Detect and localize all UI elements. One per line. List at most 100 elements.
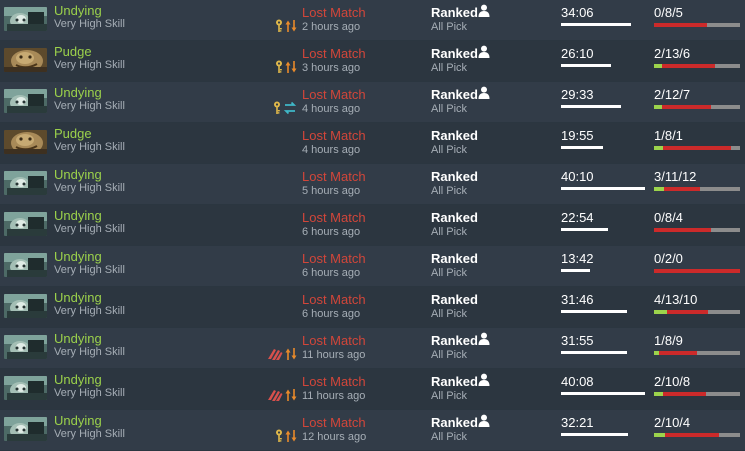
game-mode: All Pick bbox=[431, 267, 468, 279]
arrows-updown-icon bbox=[285, 388, 297, 407]
hero-name[interactable]: Undying bbox=[54, 290, 102, 305]
match-result[interactable]: Lost Match bbox=[302, 46, 366, 61]
kda-bar bbox=[654, 392, 740, 396]
match-result[interactable]: Lost Match bbox=[302, 415, 366, 430]
hero-name[interactable]: Pudge bbox=[54, 44, 92, 59]
time-ago: 4 hours ago bbox=[302, 144, 361, 156]
hero-name[interactable]: Undying bbox=[54, 372, 102, 387]
duration-bar bbox=[561, 392, 645, 395]
hero-portrait bbox=[4, 294, 47, 318]
match-duration: 13:42 bbox=[561, 251, 594, 266]
kda-score: 2/10/4 bbox=[654, 415, 691, 430]
hero-name[interactable]: Undying bbox=[54, 3, 102, 18]
claw-icon bbox=[267, 347, 283, 366]
skill-bracket: Very High Skill bbox=[54, 100, 125, 112]
duration-bar bbox=[561, 228, 608, 231]
kda-bar bbox=[654, 433, 740, 437]
kda-bar bbox=[654, 187, 740, 191]
skill-bracket: Very High Skill bbox=[54, 428, 125, 440]
match-result[interactable]: Lost Match bbox=[302, 87, 366, 102]
deaths-segment bbox=[662, 105, 712, 109]
hero-name[interactable]: Undying bbox=[54, 249, 102, 264]
lobby-type: Ranked bbox=[431, 210, 478, 225]
key-icon bbox=[275, 429, 283, 448]
lobby-type: Ranked bbox=[431, 415, 478, 430]
duration-bar bbox=[561, 269, 590, 272]
match-duration: 19:55 bbox=[561, 128, 594, 143]
hero-portrait bbox=[4, 376, 47, 400]
lobby-type: Ranked bbox=[431, 87, 478, 102]
time-ago: 2 hours ago bbox=[302, 21, 361, 33]
hero-name[interactable]: Undying bbox=[54, 167, 102, 182]
party-icon bbox=[478, 414, 490, 427]
match-row[interactable]: Undying Very High Skill Lost Match 5 hours … bbox=[0, 164, 745, 204]
hero-portrait bbox=[4, 130, 47, 154]
kills-segment bbox=[654, 105, 663, 109]
skill-bracket: Very High Skill bbox=[54, 141, 125, 153]
party-icon bbox=[478, 86, 490, 99]
game-mode: All Pick bbox=[431, 390, 468, 402]
deaths-segment bbox=[654, 228, 712, 232]
duration-bar bbox=[561, 187, 645, 190]
hero-name[interactable]: Undying bbox=[54, 85, 102, 100]
lobby-type: Ranked bbox=[431, 128, 478, 143]
hero-name[interactable]: Undying bbox=[54, 208, 102, 223]
match-icons bbox=[275, 60, 297, 79]
match-row[interactable]: Pudge Very High Skill Lost Match 3 hours ag… bbox=[0, 41, 745, 81]
match-result[interactable]: Lost Match bbox=[302, 292, 366, 307]
match-result[interactable]: Lost Match bbox=[302, 333, 366, 348]
match-result[interactable]: Lost Match bbox=[302, 210, 366, 225]
time-ago: 6 hours ago bbox=[302, 267, 361, 279]
kills-segment bbox=[654, 187, 664, 191]
kills-segment bbox=[654, 433, 665, 437]
key-icon bbox=[275, 19, 283, 38]
hero-name[interactable]: Undying bbox=[54, 413, 102, 428]
time-ago: 6 hours ago bbox=[302, 308, 361, 320]
match-icons bbox=[267, 388, 297, 407]
skill-bracket: Very High Skill bbox=[54, 182, 125, 194]
match-row[interactable]: Undying Very High Skill Lost Match 12 hours… bbox=[0, 410, 745, 450]
game-mode: All Pick bbox=[431, 144, 468, 156]
duration-bar bbox=[561, 433, 628, 436]
match-result[interactable]: Lost Match bbox=[302, 169, 366, 184]
hero-portrait bbox=[4, 89, 47, 113]
hero-portrait bbox=[4, 212, 47, 236]
match-icons bbox=[275, 429, 297, 448]
match-result[interactable]: Lost Match bbox=[302, 251, 366, 266]
party-icon bbox=[478, 45, 490, 58]
deaths-segment bbox=[666, 310, 709, 314]
hero-name[interactable]: Undying bbox=[54, 331, 102, 346]
assists-segment bbox=[711, 228, 740, 232]
time-ago: 6 hours ago bbox=[302, 226, 361, 238]
match-duration: 29:33 bbox=[561, 87, 594, 102]
key-icon bbox=[275, 60, 283, 79]
match-result[interactable]: Lost Match bbox=[302, 128, 366, 143]
hero-name[interactable]: Pudge bbox=[54, 126, 92, 141]
match-result[interactable]: Lost Match bbox=[302, 5, 366, 20]
time-ago: 4 hours ago bbox=[302, 103, 361, 115]
deaths-segment bbox=[663, 187, 701, 191]
match-icons bbox=[273, 101, 297, 118]
skill-bracket: Very High Skill bbox=[54, 18, 125, 30]
match-duration: 22:54 bbox=[561, 210, 594, 225]
match-result[interactable]: Lost Match bbox=[302, 374, 366, 389]
duration-bar bbox=[561, 146, 603, 149]
assists-segment bbox=[708, 310, 740, 314]
time-ago: 11 hours ago bbox=[302, 349, 366, 361]
party-icon bbox=[478, 332, 490, 345]
kda-score: 0/8/5 bbox=[654, 5, 683, 20]
game-mode: All Pick bbox=[431, 21, 468, 33]
match-row[interactable]: Undying Very High Skill Lost Match 11 hours… bbox=[0, 328, 745, 368]
time-ago: 11 hours ago bbox=[302, 390, 366, 402]
lobby-type: Ranked bbox=[431, 5, 478, 20]
match-row[interactable]: Undying Very High Skill Lost Match 11 hours… bbox=[0, 369, 745, 409]
match-row[interactable]: Undying Very High Skill Lost Match 6 hours … bbox=[0, 205, 745, 245]
kda-score: 2/12/7 bbox=[654, 87, 691, 102]
arrows-updown-icon bbox=[285, 347, 297, 366]
match-row[interactable]: Undying Very High Skill Lost Match 6 hours … bbox=[0, 246, 745, 286]
match-row[interactable]: Pudge Very High Skill Lost Match 4 hours ag… bbox=[0, 123, 745, 163]
hero-portrait bbox=[4, 7, 47, 31]
match-row[interactable]: Undying Very High Skill Lost Match 6 hours … bbox=[0, 287, 745, 327]
match-row[interactable]: Undying Very High Skill Lost Match 2 hours … bbox=[0, 0, 745, 40]
match-row[interactable]: Undying Very High Skill Lost Match 4 hours … bbox=[0, 82, 745, 122]
